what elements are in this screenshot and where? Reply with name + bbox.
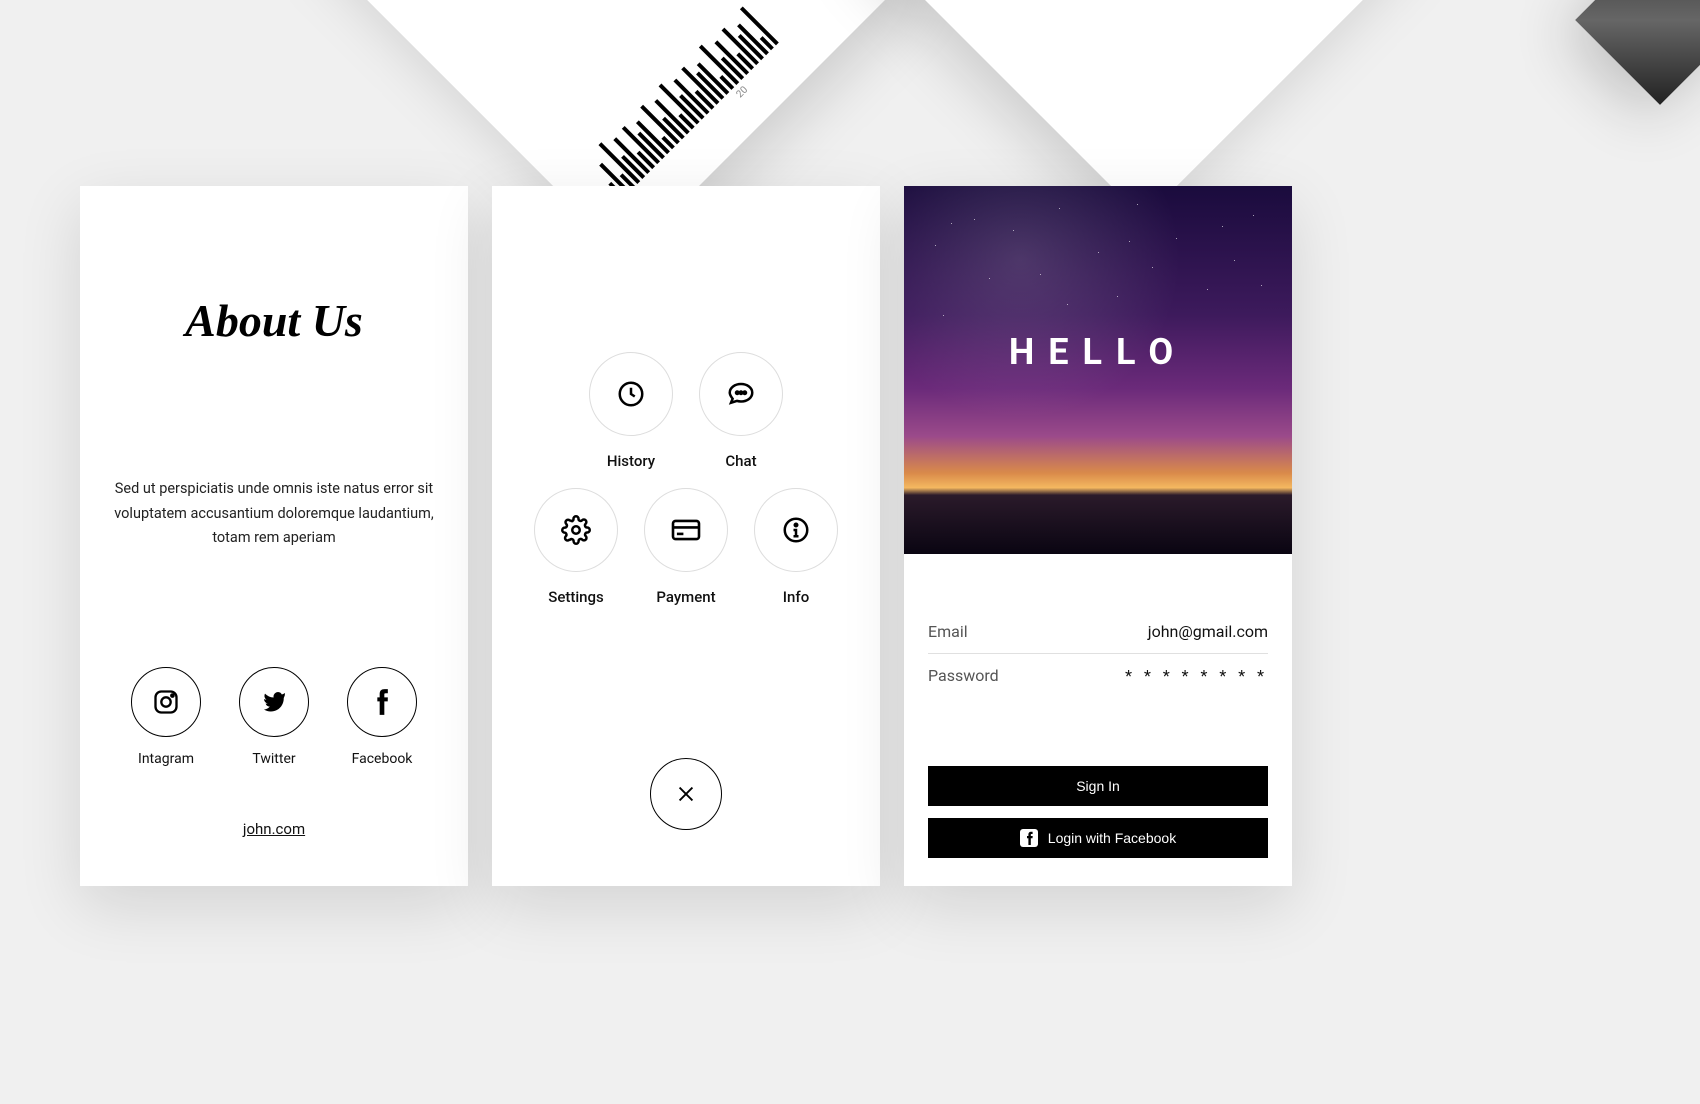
password-label: Password [928,666,999,685]
social-instagram[interactable]: Intagram [131,667,201,767]
social-facebook-label: Facebook [347,751,417,767]
menu-chat-label: Chat [699,452,783,470]
password-value: * * * * * * * * [1125,666,1268,685]
menu-history-label: History [589,452,673,470]
email-row[interactable]: Email john@gmail.com [928,610,1268,654]
menu-chat[interactable]: Chat [699,352,783,470]
about-body: Sed ut perspiciatis unde omnis iste natu… [80,477,468,551]
social-row: Intagram Twitter Facebook [80,667,468,767]
screen-login: HELLO Email john@gmail.com Password * * … [904,186,1292,886]
menu-payment-label: Payment [644,588,728,606]
login-facebook-label: Login with Facebook [1048,830,1176,846]
menu-history[interactable]: History [589,352,673,470]
menu-settings[interactable]: Settings [534,488,618,606]
close-button[interactable] [650,758,722,830]
close-icon [675,783,697,805]
twitter-icon [239,667,309,737]
social-twitter-label: Twitter [239,751,309,767]
card card-icon [644,488,728,572]
clock-icon [589,352,673,436]
social-instagram-label: Intagram [131,751,201,767]
gear-icon [534,488,618,572]
menu-payment[interactable]: Payment [644,488,728,606]
about-link[interactable]: john.com [243,820,305,838]
login-hero-title: HELLO [1009,331,1187,373]
instagram-icon [131,667,201,737]
facebook-square-icon [1020,829,1038,847]
password-row[interactable]: Password * * * * * * * * [928,654,1268,697]
login-form: Email john@gmail.com Password * * * * * … [904,554,1292,697]
social-twitter[interactable]: Twitter [239,667,309,767]
about-title: About Us [80,294,468,347]
login-facebook-button[interactable]: Login with Facebook [928,818,1268,858]
social-facebook[interactable]: Facebook [347,667,417,767]
chat-icon [699,352,783,436]
screen-menu: History Chat [492,186,880,886]
signin-button[interactable]: Sign In [928,766,1268,806]
menu-info-label: Info [754,588,838,606]
signin-label: Sign In [1076,778,1120,794]
info-icon [754,488,838,572]
email-value: john@gmail.com [1148,622,1268,641]
screen-about: About Us Sed ut perspiciatis unde omnis … [80,186,468,886]
menu-settings-label: Settings [534,588,618,606]
login-hero: HELLO [904,186,1292,554]
menu-info[interactable]: Info [754,488,838,606]
bg-thumb-peek [1575,0,1700,105]
facebook-icon [347,667,417,737]
email-label: Email [928,622,968,641]
